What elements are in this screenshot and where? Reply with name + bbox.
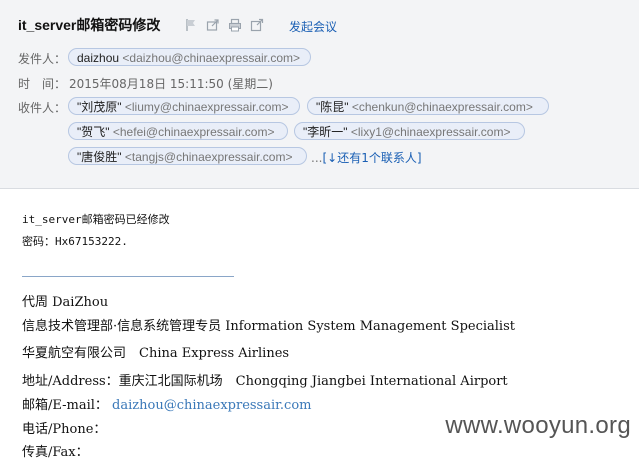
recipient-name: "唐俊胜" xyxy=(77,150,122,164)
time-label: 时 间： xyxy=(18,77,67,91)
more-dots: ... xyxy=(311,151,323,165)
sender-address: <daizhou@chinaexpressair.com> xyxy=(122,51,301,65)
signature-title: 信息技术管理部·信息系统管理专员 Information System Mana… xyxy=(22,319,515,334)
sender-name: daizhou xyxy=(77,51,120,65)
signature-fax: 传真/Fax： xyxy=(22,445,89,460)
email-subject: it_server邮箱密码修改 xyxy=(18,17,161,33)
recipient-chip[interactable]: "刘茂原" <liumy@chinaexpressair.com> xyxy=(68,97,300,115)
signature-phone: 电话/Phone： xyxy=(22,422,107,437)
email-label: 邮箱/E-mail： xyxy=(22,398,108,413)
recipient-name: "李昕一" xyxy=(303,125,348,139)
recipient-address: <liumy@chinaexpressair.com> xyxy=(124,100,289,114)
email-header: it_server邮箱密码修改 发起会议 发件人： daizhou <daizh… xyxy=(0,0,639,189)
forward-icon[interactable] xyxy=(206,18,220,32)
new-window-icon[interactable] xyxy=(250,18,264,32)
header-toolbar xyxy=(184,18,264,32)
recipients-label: 收件人： xyxy=(18,101,67,115)
recipient-address: <tangjs@chinaexpressair.com> xyxy=(124,150,293,164)
recipient-address: <lixy1@chinaexpressair.com> xyxy=(350,125,511,139)
recipient-chip[interactable]: "李昕一" <lixy1@chinaexpressair.com> xyxy=(294,122,525,140)
recipient-name: "陈昆" xyxy=(316,100,349,114)
recipient-chip[interactable]: "陈昆" <chenkun@chinaexpressair.com> xyxy=(307,97,549,115)
signature-company: 华夏航空有限公司 China Express Airlines xyxy=(22,346,290,361)
recipient-name: "刘茂原" xyxy=(77,100,122,114)
recipient-address: <chenkun@chinaexpressair.com> xyxy=(351,100,533,114)
signature-divider xyxy=(22,276,234,277)
watermark: www.wooyun.org xyxy=(445,412,631,439)
print-icon[interactable] xyxy=(228,18,242,32)
recipient-chip[interactable]: "唐俊胜" <tangjs@chinaexpressair.com> xyxy=(68,147,307,165)
sender-chip[interactable]: daizhou <daizhou@chinaexpressair.com> xyxy=(68,48,311,66)
flag-icon[interactable] xyxy=(184,18,198,32)
more-recipients-link[interactable]: ...[↓还有1个联系人] xyxy=(311,149,422,166)
body-line-2: 密码：Hx67153222. xyxy=(22,235,128,248)
start-meeting-link[interactable]: 发起会议 xyxy=(289,18,337,35)
sender-label: 发件人： xyxy=(18,52,67,66)
recipient-address: <hefei@chinaexpressair.com> xyxy=(112,125,275,139)
signature-name: 代周 DaiZhou xyxy=(22,295,109,310)
sent-datetime: 2015年08月18日 15:11:50 (星期二) xyxy=(69,77,273,91)
signature-email-link[interactable]: daizhou@chinaexpressair.com xyxy=(112,398,311,413)
signature-address: 地址/Address：重庆江北国际机场 Chongqing Jiangbei I… xyxy=(22,374,508,389)
recipient-name: "贺飞" xyxy=(77,125,110,139)
recipient-chip[interactable]: "贺飞" <hefei@chinaexpressair.com> xyxy=(68,122,288,140)
more-recipients-text: [↓还有1个联系人] xyxy=(322,151,422,165)
signature-email-row: 邮箱/E-mail： daizhou@chinaexpressair.com xyxy=(22,394,312,413)
body-line-1: it_server邮箱密码已经修改 xyxy=(22,213,170,226)
